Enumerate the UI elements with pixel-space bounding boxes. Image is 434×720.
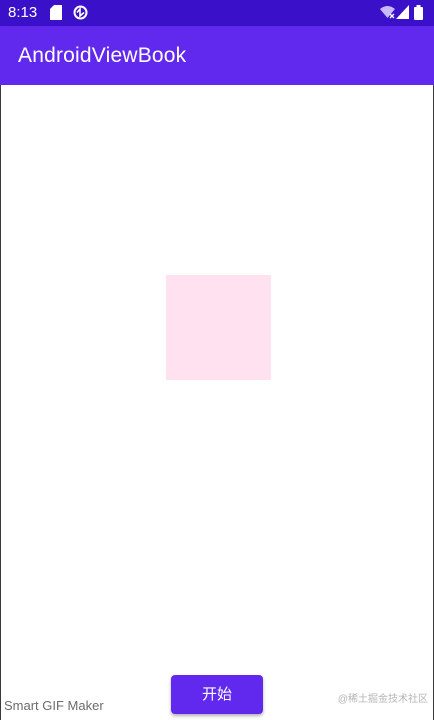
juejin-watermark: @稀土掘金技术社区 bbox=[337, 694, 428, 705]
sd-card-icon bbox=[50, 5, 62, 25]
start-button[interactable]: 开始 bbox=[171, 675, 263, 714]
battery-icon bbox=[414, 5, 423, 25]
status-bar: 8:13 bbox=[0, 0, 434, 26]
data-saver-icon bbox=[73, 5, 88, 25]
wifi-icon bbox=[380, 5, 395, 24]
animated-square bbox=[166, 275, 271, 380]
status-time: 8:13 bbox=[8, 4, 38, 21]
content-area bbox=[0, 85, 434, 720]
signal-icon bbox=[396, 5, 409, 24]
gif-maker-watermark: Smart GIF Maker bbox=[4, 698, 104, 713]
app-bar: AndroidViewBook bbox=[0, 26, 434, 85]
app-title: AndroidViewBook bbox=[18, 44, 187, 67]
